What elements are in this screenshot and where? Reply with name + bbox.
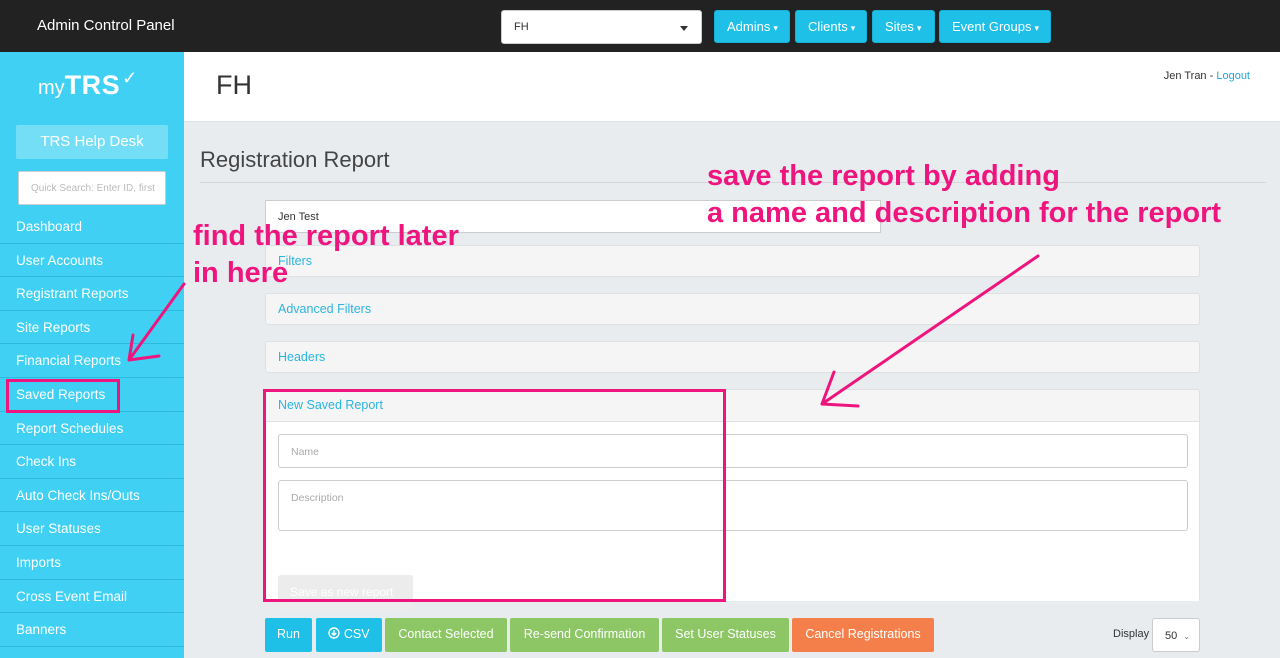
right-arrow (820, 254, 1040, 408)
annotation-arrows (127, 254, 1040, 408)
left-arrow (127, 282, 186, 362)
